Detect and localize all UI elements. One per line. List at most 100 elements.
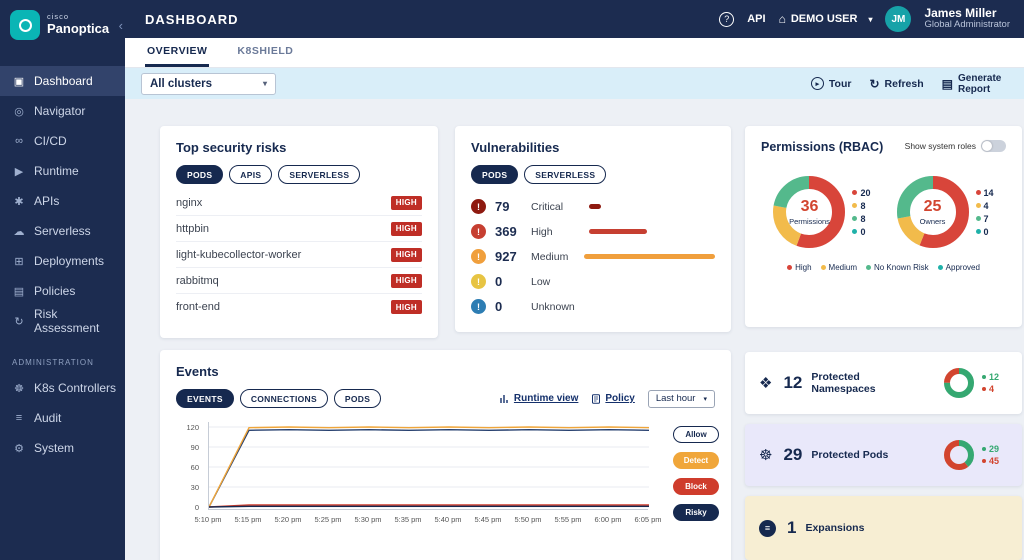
sidebar-item-cicd[interactable]: ∞ CI/CD — [0, 126, 125, 156]
pods-count: 29 — [783, 445, 803, 464]
tab-overview[interactable]: OVERVIEW — [145, 38, 210, 67]
refresh-icon: ↻ — [869, 76, 880, 91]
risk-row[interactable]: rabbitmq HIGH — [176, 268, 422, 294]
card-title: Top security risks — [176, 140, 287, 155]
dot-icon — [975, 190, 981, 195]
sidebar-item-apis[interactable]: ✱ APIs — [0, 186, 125, 216]
events-filter-events[interactable]: EVENTS — [176, 389, 234, 408]
vuln-row[interactable]: ! 0 Unknown — [471, 294, 715, 319]
navigator-icon: ◎ — [14, 105, 24, 118]
stat-high: 20 — [852, 188, 871, 198]
risks-filter-pods[interactable]: PODS — [176, 165, 224, 184]
owners-label: Owners — [919, 216, 946, 226]
api-link[interactable]: API — [747, 13, 765, 25]
help-icon[interactable]: ? — [719, 11, 735, 27]
tour-button[interactable]: ▸ Tour — [810, 77, 851, 90]
risk-row[interactable]: httpbin HIGH — [176, 216, 422, 242]
card-title: Permissions (RBAC) — [761, 140, 884, 154]
dashboard-icon: ▣ — [13, 75, 25, 88]
generate-report-button[interactable]: ▤ Generate Report — [942, 73, 1008, 95]
sidebar-item-risk-assessment[interactable]: ↻ Risk Assessment — [0, 306, 125, 336]
events-card: Events EVENTS CONNECTIONS PODS Runtime v… — [160, 350, 731, 560]
card-title: Vulnerabilities — [471, 140, 560, 155]
rbac-legend: High Medium No Known Risk Approved — [761, 263, 1006, 272]
legend-risky[interactable]: Risky — [673, 504, 719, 521]
severity-badge: HIGH — [390, 273, 422, 288]
risk-row[interactable]: light-kubecollector-worker HIGH — [176, 242, 422, 268]
sidebar-item-k8s-controllers[interactable]: ☸ K8s Controllers — [0, 373, 125, 403]
sidebar-item-system[interactable]: ⚙ System — [0, 433, 125, 463]
dot-icon — [982, 459, 986, 463]
org-label: DEMO USER — [790, 13, 858, 25]
sidebar-item-label: Serverless — [34, 224, 91, 238]
severity-badge: HIGH — [390, 221, 422, 236]
sidebar-item-serverless[interactable]: ☁ Serverless — [0, 216, 125, 246]
sidebar-item-runtime[interactable]: ▶ Runtime — [0, 156, 125, 186]
vuln-filter-pods[interactable]: PODS — [471, 165, 519, 184]
legend-allow[interactable]: Allow — [673, 426, 719, 443]
legend-no-known-risk: No Known Risk — [865, 263, 929, 272]
vuln-row[interactable]: ! 0 Low — [471, 269, 715, 294]
sidebar-item-label: Audit — [34, 411, 62, 425]
sidebar-item-label: CI/CD — [34, 134, 67, 148]
chart-icon — [500, 394, 508, 403]
avatar[interactable]: JM — [885, 6, 912, 32]
policy-link[interactable]: Policy — [591, 393, 635, 404]
protected-namespaces-card[interactable]: ❖ 12 Protected Namespaces 12 4 — [745, 352, 1022, 414]
legend-block[interactable]: Block — [673, 478, 719, 495]
pods-donut — [944, 440, 974, 470]
namespaces-label: Protected Namespaces — [811, 370, 876, 395]
org-selector[interactable]: ⌂ DEMO USER ▾ — [779, 12, 873, 26]
cluster-select[interactable]: All clusters ▾ — [141, 72, 276, 95]
brand: cisco Panoptica ‹ — [0, 0, 125, 52]
risks-filter-serverless[interactable]: SERVERLESS — [278, 165, 361, 184]
administration-section-label: ADMINISTRATION — [12, 358, 94, 367]
tab-k8shield[interactable]: K8SHIELD — [235, 38, 295, 67]
sidebar-item-policies[interactable]: ▤ Policies — [0, 276, 125, 306]
legend-approved: Approved — [937, 263, 980, 272]
sidebar-item-navigator[interactable]: ◎ Navigator — [0, 96, 125, 126]
events-filter-connections[interactable]: CONNECTIONS — [239, 389, 328, 408]
audit-icon: ≡ — [15, 412, 23, 424]
legend-detect[interactable]: Detect — [673, 452, 719, 469]
critical-icon: ! — [471, 199, 486, 214]
stat-unprotected: 4 — [982, 384, 1008, 394]
sidebar-collapse-icon[interactable]: ‹ — [119, 18, 123, 33]
vuln-row[interactable]: ! 369 High — [471, 219, 715, 244]
vuln-label: Critical — [531, 200, 564, 213]
filter-bar: All clusters ▾ ▸ Tour ↻ Refresh ▤ Genera… — [125, 68, 1024, 99]
x-axis: 5:10 pm 5:15 pm 5:20 pm 5:25 pm 5:30 pm 5:35 … — [194, 515, 662, 524]
serverless-icon: ☁ — [13, 225, 25, 238]
show-system-roles-toggle[interactable] — [981, 140, 1006, 152]
stat-medium: 4 — [975, 201, 994, 211]
sidebar-item-audit[interactable]: ≡ Audit — [0, 403, 125, 433]
sidebar-item-dashboard[interactable]: ▣ Dashboard — [0, 66, 125, 96]
stat-protected: 29 — [982, 444, 1008, 454]
sidebar-item-label: Policies — [34, 284, 76, 298]
runtime-view-link[interactable]: Runtime view — [500, 393, 578, 404]
protected-pods-card[interactable]: ☸ 29 Protected Pods 29 45 — [745, 424, 1022, 486]
expansions-card[interactable]: ≡ 1 Expansions — [745, 496, 1022, 560]
risk-row[interactable]: front-end HIGH — [176, 294, 422, 320]
vuln-row[interactable]: ! 79 Critical — [471, 194, 715, 219]
namespaces-donut — [944, 368, 974, 398]
vuln-filter-serverless[interactable]: SERVERLESS — [524, 165, 607, 184]
sidebar-item-deployments[interactable]: ⊞ Deployments — [0, 246, 125, 276]
deployments-icon: ⊞ — [14, 255, 24, 268]
vuln-row[interactable]: ! 927 Medium — [471, 244, 715, 269]
time-range-select[interactable]: Last hour ▾ — [647, 389, 715, 408]
risks-filter-apis[interactable]: APIS — [229, 165, 273, 184]
dot-icon — [852, 216, 858, 221]
owners-count: 25 — [923, 197, 942, 215]
refresh-label: Refresh — [884, 77, 924, 90]
refresh-button[interactable]: ↻ Refresh — [869, 77, 923, 91]
risk-row[interactable]: nginx HIGH — [176, 190, 422, 216]
report-icon: ▤ — [941, 76, 953, 91]
events-chart: 0 30 60 90 120 5:10 pm 5:15 pm 5:20 pm 5:25 pm 5… — [176, 422, 715, 542]
vuln-label: Unknown — [531, 300, 575, 313]
events-filter-pods[interactable]: PODS — [333, 389, 382, 408]
vuln-count: 0 — [495, 274, 503, 289]
system-icon: ⚙ — [14, 442, 24, 455]
panoptica-logo — [10, 10, 40, 40]
dot-icon — [865, 265, 871, 270]
